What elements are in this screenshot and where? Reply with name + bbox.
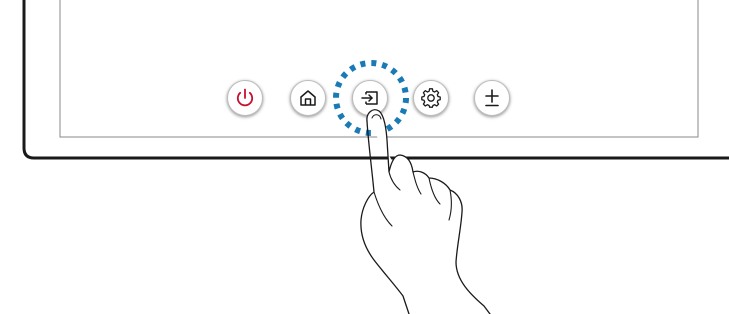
home-button[interactable] xyxy=(290,80,326,116)
gear-icon xyxy=(421,88,441,108)
source-input-icon xyxy=(361,91,378,105)
source-button[interactable] xyxy=(352,80,388,116)
settings-button[interactable] xyxy=(413,80,449,116)
monitor-illustration xyxy=(22,0,729,160)
plus-minus-icon xyxy=(485,89,499,107)
screen-panel xyxy=(59,0,699,138)
power-button[interactable] xyxy=(227,80,263,116)
volume-button[interactable] xyxy=(474,80,510,116)
power-icon xyxy=(236,88,254,107)
monitor-bezel xyxy=(22,0,729,160)
home-icon xyxy=(300,90,316,106)
